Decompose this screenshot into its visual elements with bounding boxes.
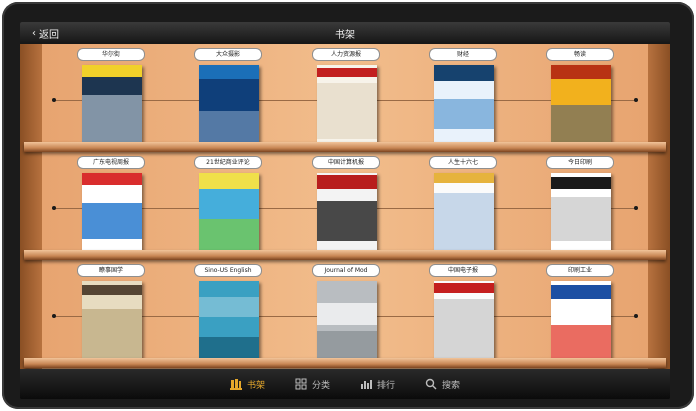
magazine-cover[interactable]: [199, 173, 259, 251]
shelf-plank: [24, 358, 666, 368]
magazine-cover[interactable]: [317, 65, 377, 143]
magazine-item[interactable]: 大众摄影: [182, 48, 272, 144]
shelf-peg: [52, 98, 56, 102]
bookshelf-icon: [229, 378, 242, 390]
shelf-peg: [634, 206, 638, 210]
magazine-cover[interactable]: [82, 281, 142, 359]
magazine-cover[interactable]: [551, 65, 611, 143]
shelf-row-3: 瞭事国学 Sino-US English Journal of Mod 中国电子…: [20, 260, 670, 368]
magazine-item[interactable]: 畅读: [534, 48, 624, 144]
magazine-cover[interactable]: [199, 281, 259, 359]
magazine-item[interactable]: 华尔街: [65, 48, 155, 144]
tab-label: 书架: [246, 380, 265, 391]
magazine-cover[interactable]: [434, 281, 494, 359]
magazine-item[interactable]: 广东电视周报: [65, 156, 155, 252]
tab-category[interactable]: 分类: [295, 369, 330, 399]
magazine-item[interactable]: 财经: [417, 48, 507, 144]
tablet-frame: ‹ 返回 书架 华尔街 大众摄影 人力资源报 财经 畅读 广东电视周报 21世纪…: [2, 2, 694, 409]
magazine-label: 人力资源报: [312, 48, 380, 61]
magazine-cover[interactable]: [317, 281, 377, 359]
search-icon: [425, 378, 437, 390]
magazine-cover[interactable]: [317, 173, 377, 251]
magazine-item[interactable]: 中国计算机报: [300, 156, 390, 252]
magazine-item[interactable]: 人生十六七: [417, 156, 507, 252]
magazine-item[interactable]: 瞭事国学: [65, 264, 155, 360]
magazine-item[interactable]: 中国电子报: [417, 264, 507, 360]
magazine-label: 瞭事国学: [77, 264, 145, 277]
magazine-label: 畅读: [546, 48, 614, 61]
page-title: 书架: [335, 30, 355, 41]
shelf-row-2: 广东电视周报 21世纪商业评论 中国计算机报 人生十六七 今日印刷: [20, 152, 670, 260]
bottom-tab-bar: 书架 分类 排行 搜索: [20, 369, 670, 399]
shelf-row-1: 华尔街 大众摄影 人力资源报 财经 畅读: [20, 44, 670, 152]
magazine-cover[interactable]: [551, 173, 611, 251]
tab-label: 分类: [311, 380, 330, 391]
app-screen: ‹ 返回 书架 华尔街 大众摄影 人力资源报 财经 畅读 广东电视周报 21世纪…: [20, 22, 670, 399]
magazine-label: Sino-US English: [194, 264, 262, 277]
shelf-peg: [52, 314, 56, 318]
grid-icon: [295, 378, 307, 390]
magazine-label: 21世纪商业评论: [194, 156, 262, 169]
shelf-plank: [24, 250, 666, 260]
tab-bookshelf[interactable]: 书架: [229, 369, 265, 399]
magazine-item[interactable]: Journal of Mod: [300, 264, 390, 360]
bookshelf: 华尔街 大众摄影 人力资源报 财经 畅读 广东电视周报 21世纪商业评论 中国计…: [20, 44, 670, 369]
magazine-cover[interactable]: [199, 65, 259, 143]
shelf-peg: [634, 314, 638, 318]
magazine-cover[interactable]: [82, 65, 142, 143]
magazine-label: 大众摄影: [194, 48, 262, 61]
tab-ranking[interactable]: 排行: [360, 369, 395, 399]
magazine-label: 中国电子报: [429, 264, 497, 277]
magazine-cover[interactable]: [434, 173, 494, 251]
tab-label: 排行: [377, 380, 396, 391]
magazine-item[interactable]: Sino-US English: [182, 264, 272, 360]
magazine-label: Journal of Mod: [312, 264, 380, 277]
magazine-item[interactable]: 印刷工业: [534, 264, 624, 360]
tab-search[interactable]: 搜索: [425, 369, 460, 399]
magazine-label: 中国计算机报: [312, 156, 380, 169]
top-bar: ‹ 返回 书架: [20, 22, 670, 44]
shelf-peg: [52, 206, 56, 210]
magazine-label: 印刷工业: [546, 264, 614, 277]
shelf-plank: [24, 142, 666, 152]
tab-label: 搜索: [442, 380, 461, 391]
magazine-label: 今日印刷: [546, 156, 614, 169]
shelf-peg: [634, 98, 638, 102]
magazine-cover[interactable]: [551, 281, 611, 359]
magazine-label: 广东电视周报: [77, 156, 145, 169]
magazine-cover[interactable]: [82, 173, 142, 251]
magazine-item[interactable]: 21世纪商业评论: [182, 156, 272, 252]
magazine-label: 财经: [429, 48, 497, 61]
magazine-item[interactable]: 今日印刷: [534, 156, 624, 252]
magazine-label: 人生十六七: [429, 156, 497, 169]
bar-chart-icon: [360, 378, 372, 390]
magazine-label: 华尔街: [77, 48, 145, 61]
magazine-item[interactable]: 人力资源报: [300, 48, 390, 144]
magazine-cover[interactable]: [434, 65, 494, 143]
